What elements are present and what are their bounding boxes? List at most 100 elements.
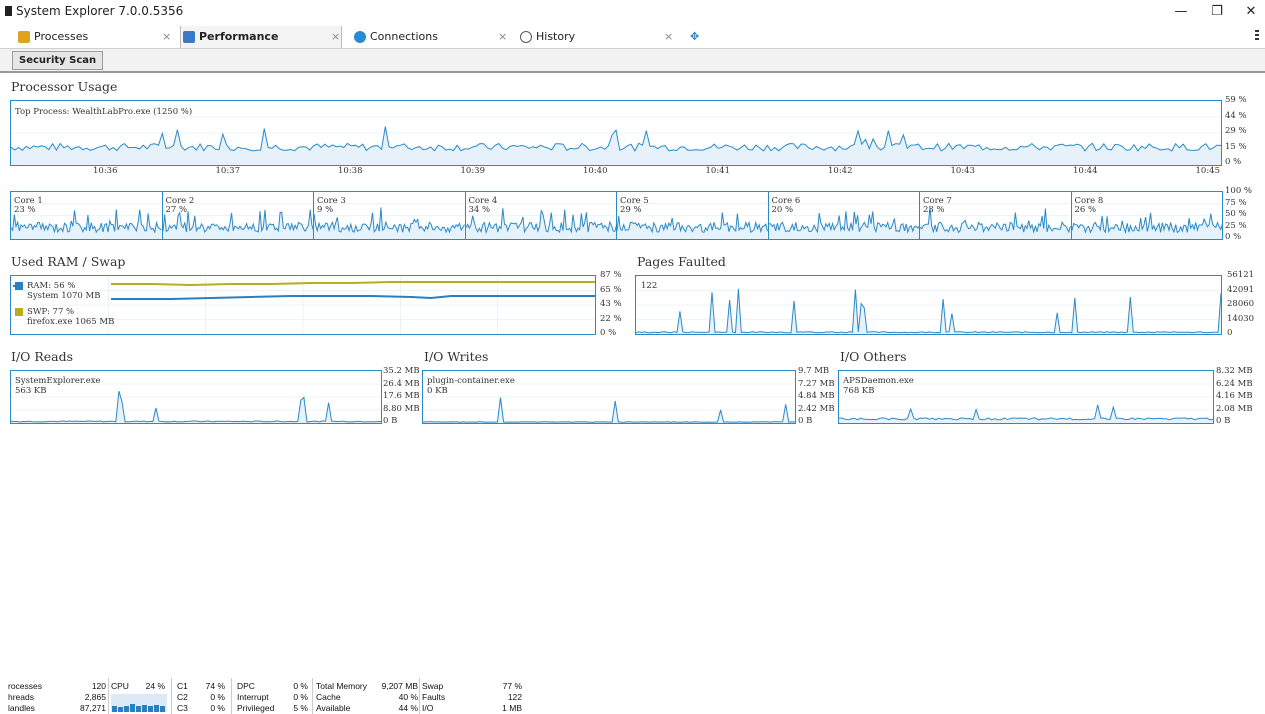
x-tick-label: 10:39 [460, 166, 486, 176]
x-tick-label: 10:36 [93, 166, 118, 176]
x-tick-label: 10:37 [215, 166, 241, 176]
status-divider [108, 678, 109, 714]
menu-icon[interactable] [1255, 30, 1259, 44]
close-tab-icon[interactable]: × [162, 26, 171, 48]
io-label: I/O [422, 703, 434, 713]
core-graph: Core 2 27 % [161, 191, 314, 240]
graph-area [314, 207, 465, 239]
dpc-value: 0 % [293, 681, 308, 691]
y-tick-label: 15 % [1225, 141, 1247, 152]
c2-value: 0 % [210, 692, 225, 702]
io-reads-amount: 563 KB [15, 386, 47, 396]
y-tick-label: 0 % [1225, 232, 1242, 242]
clock-icon [520, 31, 532, 43]
core-value: 26 % [1074, 205, 1097, 215]
tab-history[interactable]: History × [518, 26, 678, 48]
core-value: 29 % [620, 205, 642, 215]
total-memory-label: Total Memory [316, 681, 368, 691]
core-graph: Core 5 29 % [616, 191, 769, 240]
processor-usage-title: Processor Usage [11, 79, 118, 94]
restore-button[interactable]: ❐ [1203, 2, 1231, 22]
processes-value: 120 [91, 681, 106, 691]
add-tab-button[interactable]: ✥ [690, 26, 710, 48]
close-tab-icon[interactable]: × [498, 26, 507, 48]
y-tick-label: 56121 [1227, 270, 1255, 280]
graph-line [11, 391, 381, 423]
available-label: Available [316, 703, 351, 713]
tab-performance[interactable]: Performance × [180, 26, 342, 48]
pages-faulted-graph: 122 [635, 275, 1222, 335]
swap-value: 77 % [502, 681, 522, 691]
processes-label: rocesses [8, 681, 43, 691]
y-tick-label: 9.7 MB [798, 366, 830, 376]
y-tick-label: 2.08 MB [1216, 403, 1253, 414]
threads-label: hreads [8, 692, 34, 702]
core-graph: Core 39 % [313, 191, 466, 240]
toolbar: Security Scan [0, 49, 1265, 73]
handles-label: landles [8, 703, 35, 713]
faults-value: 122 [507, 692, 522, 702]
y-tick-label: 43 % [600, 299, 622, 309]
total-memory-value: 9,207 MB [381, 681, 418, 691]
performance-icon [183, 31, 195, 43]
close-tab-icon[interactable]: × [664, 26, 673, 48]
y-tick-label: 6.24 MB [1216, 378, 1253, 389]
c2-label: C2 [177, 692, 188, 702]
pages-faulted-title: Pages Faulted [637, 254, 726, 269]
y-tick-label: 100 % [1225, 186, 1253, 196]
y-tick-label: 44 % [1225, 110, 1247, 121]
window-title: System Explorer 7.0.0.5356 [16, 4, 184, 18]
c1-value: 74 % [205, 681, 225, 691]
close-button[interactable]: ✕ [1237, 2, 1265, 22]
y-tick-label: 8.80 MB [383, 403, 420, 414]
y-tick-label: 26.4 MB [383, 378, 420, 389]
y-tick-label: 17.6 MB [383, 391, 420, 401]
minimize-button[interactable]: — [1167, 2, 1195, 22]
globe-icon [354, 31, 366, 43]
close-tab-icon[interactable]: × [331, 26, 340, 48]
io-writes-graph: plugin-container.exe 0 KB [422, 370, 796, 424]
interrupt-label: Interrupt [237, 692, 269, 702]
y-tick-label: 25 % [1225, 220, 1247, 231]
top-process-label: Top Process: WealthLabPro.exe (1250 %) [15, 107, 193, 117]
swap-line [111, 281, 595, 287]
io-others-title: I/O Others [840, 349, 907, 364]
y-tick-label: 0 % [1225, 157, 1242, 167]
y-tick-label: 87 % [600, 270, 622, 280]
io-value: 1 MB [502, 703, 522, 713]
y-tick-label: 14030 [1227, 313, 1255, 324]
y-tick-label: 28060 [1227, 299, 1255, 309]
swap-percent-label: SWP: 77 % [27, 307, 75, 317]
security-scan-button[interactable]: Security Scan [12, 51, 104, 70]
status-divider [171, 678, 172, 714]
io-others-graph: APSDaemon.exe 768 KB [838, 370, 1214, 424]
core-value: 9 % [317, 205, 334, 215]
graph-plot [11, 116, 1221, 165]
tab-bar: Processes × Performance × Connections × … [0, 26, 1265, 49]
graph-line [839, 404, 1213, 421]
tab-label: Connections [370, 30, 438, 43]
x-tick-label: 10:38 [338, 166, 363, 176]
y-tick-label: 0 B [1216, 416, 1231, 426]
core-value: 23 % [923, 205, 945, 215]
graph-area [839, 404, 1213, 423]
status-divider [231, 678, 232, 714]
swap-legend-swatch [15, 308, 23, 316]
swap-label: Swap [422, 681, 444, 691]
y-tick-label: 0 % [600, 328, 617, 338]
status-divider [419, 678, 420, 714]
y-tick-label: 29 % [1225, 126, 1247, 136]
tab-connections[interactable]: Connections × [352, 26, 512, 48]
faults-label: Faults [422, 692, 446, 702]
tab-label: Processes [34, 30, 89, 43]
status-bar: rocesses 120 hreads 2,865 landles 87,271… [0, 678, 530, 714]
io-writes-title: I/O Writes [424, 349, 489, 364]
processor-usage-graph: Top Process: WealthLabPro.exe (1250 %) [10, 100, 1222, 166]
io-reads-process: SystemExplorer.exe [15, 376, 101, 386]
y-tick-label: 35.2 MB [383, 366, 420, 376]
tab-label: Performance [199, 30, 279, 43]
y-tick-label: 8.32 MB [1216, 366, 1253, 376]
core-value: 27 % [165, 205, 188, 215]
io-writes-process: plugin-container.exe [427, 376, 515, 386]
tab-processes[interactable]: Processes × [16, 26, 176, 48]
